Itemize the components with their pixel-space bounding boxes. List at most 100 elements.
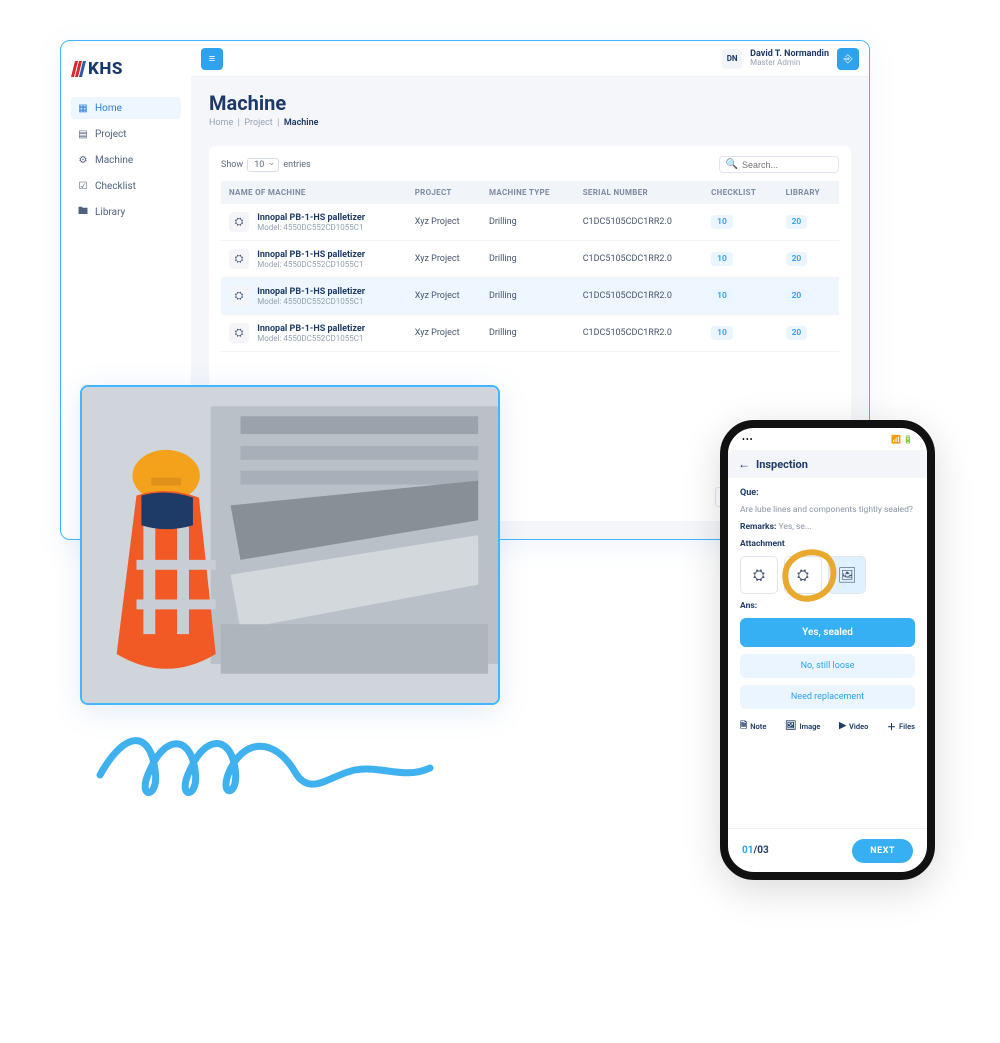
page-title: Machine [209, 91, 851, 115]
machine-icon: ⚙ [77, 154, 89, 166]
phone-body: Que: Are lube lines and components tight… [728, 478, 927, 828]
sidebar-item-label: Home [95, 103, 122, 114]
sidebar-item-machine[interactable]: ⚙ Machine [71, 149, 181, 171]
breadcrumb: Home | Project | Machine [209, 118, 851, 128]
brand-logo: KHS [71, 55, 181, 93]
checklist-chip[interactable]: 10 [711, 215, 733, 229]
status-icons: 📶 🔋 [891, 435, 913, 444]
machine-model: Model: 4550DC552CD1055C1 [257, 260, 365, 269]
sidebar-item-label: Checklist [95, 181, 136, 192]
cell-type: Drilling [481, 241, 575, 278]
note-icon: 🗎 [740, 718, 747, 734]
signal-icon: ••• [742, 435, 754, 444]
sidebar-item-label: Project [95, 129, 127, 140]
kind-note[interactable]: 🗎Note [740, 718, 766, 734]
answer-no-loose[interactable]: No, still loose [740, 654, 915, 678]
col-checklist[interactable]: CHECKLIST [703, 181, 777, 204]
machine-name: Innopal PB-1-HS palletizer [257, 213, 365, 223]
attachment-thumb[interactable]: ⛭ [740, 556, 778, 594]
sidebar-item-checklist[interactable]: ☑ Checklist [71, 175, 181, 197]
entries-select[interactable]: 10 [247, 158, 279, 172]
table-row[interactable]: ⛭ Innopal PB-1-HS palletizer Model: 4550… [221, 315, 839, 352]
user-role: Master Admin [750, 59, 829, 67]
library-icon: 🖿 [77, 206, 89, 218]
logout-button[interactable]: ⎆ [837, 48, 859, 70]
machine-name: Innopal PB-1-HS palletizer [257, 287, 365, 297]
machine-model: Model: 4550DC552CD1055C1 [257, 334, 365, 343]
back-button[interactable]: ← [738, 457, 750, 471]
sidebar-item-home[interactable]: ▦ Home [71, 97, 181, 119]
cell-project: Xyz Project [407, 278, 481, 315]
sidebar-item-library[interactable]: 🖿 Library [71, 201, 181, 223]
table-row[interactable]: ⛭ Innopal PB-1-HS palletizer Model: 4550… [221, 241, 839, 278]
machine-name: Innopal PB-1-HS palletizer [257, 324, 365, 334]
user-cluster[interactable]: DN David T. Normandin Master Admin ⎆ [722, 48, 859, 70]
factory-photo [80, 385, 500, 705]
cell-serial: C1DC5105CDC1RR2.0 [575, 315, 703, 352]
attachment-thumb[interactable]: ⛭ [784, 556, 822, 594]
col-type[interactable]: MACHINE TYPE [481, 181, 575, 204]
table-row[interactable]: ⛭ Innopal PB-1-HS palletizer Model: 4550… [221, 204, 839, 241]
cell-serial: C1DC5105CDC1RR2.0 [575, 241, 703, 278]
progress-current: 01 [742, 845, 753, 856]
machine-row-icon: ⛭ [229, 212, 249, 232]
checklist-chip[interactable]: 10 [711, 252, 733, 266]
table-row[interactable]: ⛭ Innopal PB-1-HS palletizer Model: 4550… [221, 278, 839, 315]
checklist-chip[interactable]: 10 [711, 326, 733, 340]
search-icon: 🔍 [726, 159, 738, 170]
breadcrumb-project[interactable]: Project [244, 118, 272, 128]
attachments-row: ⛭ ⛭ 🖼 [740, 556, 915, 594]
topbar: ≡ DN David T. Normandin Master Admin ⎆ [191, 41, 869, 77]
attachment-add[interactable]: 🖼 [828, 556, 866, 594]
kind-files[interactable]: ＋Files [887, 718, 915, 734]
library-chip[interactable]: 20 [786, 289, 808, 303]
files-icon: ＋ [887, 720, 896, 733]
next-button[interactable]: NEXT [852, 839, 913, 863]
checklist-chip[interactable]: 10 [711, 289, 733, 303]
col-project[interactable]: PROJECT [407, 181, 481, 204]
image-icon: 🖼 [785, 721, 796, 731]
col-name[interactable]: NAME OF MACHINE [221, 181, 407, 204]
sidebar-item-project[interactable]: ▤ Project [71, 123, 181, 145]
breadcrumb-home[interactable]: Home [209, 118, 233, 128]
machine-row-icon: ⛭ [229, 286, 249, 306]
kind-video[interactable]: ▶Video [839, 718, 868, 734]
answer-label: Ans: [740, 601, 915, 611]
machine-row-icon: ⛭ [229, 323, 249, 343]
machine-name: Innopal PB-1-HS palletizer [257, 250, 365, 260]
remarks-value: Yes, se... [779, 522, 812, 532]
brand-name: KHS [88, 59, 123, 79]
remarks-label: Remarks: [740, 522, 776, 532]
cell-project: Xyz Project [407, 204, 481, 241]
kind-image[interactable]: 🖼Image [785, 718, 820, 734]
cell-serial: C1DC5105CDC1RR2.0 [575, 204, 703, 241]
breadcrumb-machine: Machine [284, 118, 319, 128]
project-icon: ▤ [77, 128, 89, 140]
hamburger-button[interactable]: ≡ [201, 48, 223, 70]
home-icon: ▦ [77, 102, 89, 114]
cell-type: Drilling [481, 278, 575, 315]
phone-statusbar: ••• 📶 🔋 [728, 428, 927, 450]
phone-footer: 01/03 NEXT [728, 828, 927, 872]
phone-mockup: ••• 📶 🔋 ← Inspection Que: Are lube lines… [720, 420, 935, 880]
cell-serial: C1DC5105CDC1RR2.0 [575, 278, 703, 315]
machines-table: NAME OF MACHINE PROJECT MACHINE TYPE SER… [221, 181, 839, 352]
col-serial[interactable]: SERIAL NUMBER [575, 181, 703, 204]
machine-model: Model: 4550DC552CD1055C1 [257, 297, 365, 306]
signature-squiggle [95, 720, 435, 810]
library-chip[interactable]: 20 [786, 252, 808, 266]
search-wrap: 🔍 [719, 156, 839, 173]
question-label: Que: [740, 488, 915, 498]
avatar-initials: DN [722, 49, 742, 69]
cell-project: Xyz Project [407, 315, 481, 352]
answer-need-replacement[interactable]: Need replacement [740, 685, 915, 709]
search-input[interactable] [742, 160, 832, 170]
library-chip[interactable]: 20 [786, 215, 808, 229]
library-chip[interactable]: 20 [786, 326, 808, 340]
col-library[interactable]: LIBRARY [778, 181, 839, 204]
show-label: Show [221, 160, 243, 170]
question-text: Are lube lines and components tightly se… [740, 505, 915, 515]
cell-type: Drilling [481, 315, 575, 352]
machine-row-icon: ⛭ [229, 249, 249, 269]
answer-yes-sealed[interactable]: Yes, sealed [740, 618, 915, 647]
